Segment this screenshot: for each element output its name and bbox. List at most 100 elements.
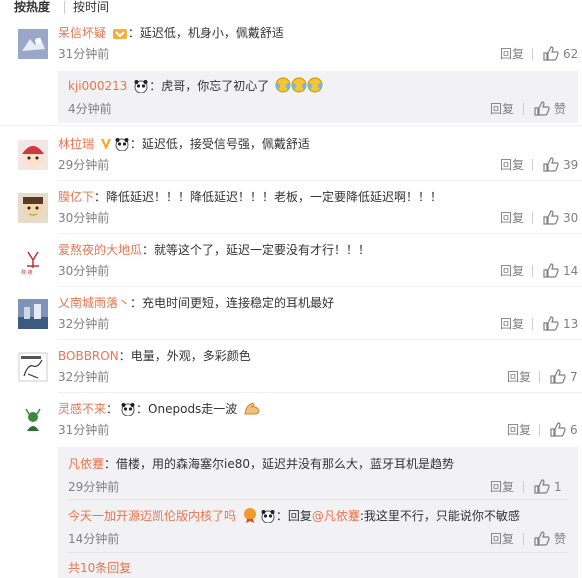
comment-actions: 回复 6 xyxy=(505,421,582,439)
action-divider xyxy=(523,533,524,545)
mention-link[interactable]: @凡依蹇 xyxy=(312,509,360,523)
svg-text:熬 夜: 熬 夜 xyxy=(21,269,33,276)
tab-sort-by-time[interactable]: 按时间 xyxy=(73,0,109,15)
reply-time: 29分钟前 xyxy=(68,480,120,494)
reply-text: :我这里不行，只能说你不敏感 xyxy=(359,509,520,523)
strong-arm-emoji-icon xyxy=(243,400,261,421)
reply-text: 借楼，用的森海塞尔ie80，延迟并没有那么大，蓝牙耳机是趋势 xyxy=(116,457,455,471)
like-count[interactable]: 6 xyxy=(570,421,578,439)
avatar[interactable]: 熬 夜 xyxy=(18,246,48,276)
comment-actions: 回复 14 xyxy=(497,262,582,280)
tab-divider xyxy=(64,1,65,14)
avatar[interactable] xyxy=(18,352,48,382)
avatar[interactable] xyxy=(18,405,48,435)
tab-sort-by-hot[interactable]: 按热度 xyxy=(14,0,50,15)
like-count[interactable]: 39 xyxy=(563,156,578,174)
reply-line: kji000213 ：虎哥，你忘了初心了 xyxy=(68,77,323,95)
like-count[interactable]: 1 xyxy=(554,478,562,496)
avatar[interactable] xyxy=(18,299,48,329)
comment-text: 延迟低，机身小，佩戴舒适 xyxy=(139,26,284,40)
like-thumb-icon[interactable] xyxy=(534,101,550,121)
reply-button[interactable]: 回复 xyxy=(490,530,514,548)
reply-button[interactable]: 回复 xyxy=(500,45,524,63)
avatar[interactable] xyxy=(18,193,48,223)
like-label[interactable]: 赞 xyxy=(554,530,566,548)
colon: ： xyxy=(130,296,143,310)
comment-line: 林拉瑞 ：延迟低，接受信号强，佩戴舒适 xyxy=(58,135,310,153)
award-badge-icon xyxy=(242,507,258,528)
comment-username[interactable]: 膜亿下 xyxy=(58,190,94,204)
reply-time: 14分钟前 xyxy=(68,532,120,546)
comment-username[interactable]: 呆信坏疑 xyxy=(58,26,106,40)
avatar[interactable] xyxy=(18,29,48,59)
laugh-cry-emoji-icon xyxy=(275,77,323,98)
reply-button[interactable]: 回复 xyxy=(490,478,514,496)
like-thumb-icon[interactable] xyxy=(534,531,550,551)
divider xyxy=(58,286,582,287)
like-count[interactable]: 62 xyxy=(563,45,578,63)
comment-text: 就等这个了，延迟一定要没有才行！！！ xyxy=(154,243,371,257)
colon: ： xyxy=(275,509,288,523)
reply-username[interactable]: 今天一加开源迈凯伦版内核了吗 xyxy=(68,509,236,523)
reply-button[interactable]: 回复 xyxy=(500,262,524,280)
like-thumb-icon[interactable] xyxy=(543,157,559,177)
comment-text: 电量，外观，多彩颜色 xyxy=(130,349,251,363)
comment-actions: 回复 62 xyxy=(497,45,582,63)
comment-username[interactable]: 乂南城雨落丶 xyxy=(58,296,130,310)
like-thumb-icon[interactable] xyxy=(550,369,566,389)
action-divider xyxy=(532,318,533,330)
colon: ： xyxy=(127,26,140,40)
action-divider xyxy=(532,48,533,60)
divider xyxy=(58,392,582,393)
colon: ： xyxy=(142,243,155,257)
comment-username[interactable]: BOBBRON xyxy=(58,349,119,363)
reply-line: 今天一加开源迈凯伦版内核了吗 ：回复@凡依蹇:我这里不行，只能说你不敏感 xyxy=(68,507,520,525)
divider xyxy=(58,233,582,234)
avatar[interactable] xyxy=(18,140,48,170)
reply-button[interactable]: 回复 xyxy=(507,368,531,386)
sort-tabs: 按热度 按时间 xyxy=(0,0,582,20)
comment-line: BOBBRON：电量，外观，多彩颜色 xyxy=(58,347,251,365)
reply-button[interactable]: 回复 xyxy=(500,315,524,333)
comment-username[interactable]: 灵感不来 xyxy=(58,402,106,416)
divider xyxy=(68,552,568,553)
reply-box: 凡依蹇：借楼，用的森海塞尔ie80，延迟并没有那么大，蓝牙耳机是趋势 29分钟前… xyxy=(58,447,578,578)
like-thumb-icon[interactable] xyxy=(543,263,559,283)
like-thumb-icon[interactable] xyxy=(543,210,559,230)
reply-line: 凡依蹇：借楼，用的森海塞尔ie80，延迟并没有那么大，蓝牙耳机是趋势 xyxy=(68,455,454,473)
reply-button[interactable]: 回复 xyxy=(507,421,531,439)
comment-text: Onepods走一波 xyxy=(148,402,238,416)
comment-text: 延迟低，接受信号强，佩戴舒适 xyxy=(141,137,310,151)
like-count[interactable]: 30 xyxy=(563,209,578,227)
like-count[interactable]: 14 xyxy=(563,262,578,280)
reply-username[interactable]: 凡依蹇 xyxy=(68,457,104,471)
reply-button[interactable]: 回复 xyxy=(500,209,524,227)
comment-item: 灵感不来： ：Onepods走一波 31分钟前 回复 6 凡依蹇：借楼，用的森海塞… xyxy=(0,400,582,578)
comment-actions: 回复 7 xyxy=(505,368,582,386)
comment-actions: 回复 30 xyxy=(497,209,582,227)
reply-username[interactable]: kji000213 xyxy=(68,79,127,93)
divider xyxy=(0,125,582,126)
like-count[interactable]: 7 xyxy=(570,368,578,386)
action-divider xyxy=(532,159,533,171)
reply-text: 虎哥，你忘了初心了 xyxy=(161,79,270,93)
verified-v-icon xyxy=(100,137,112,156)
comment-username[interactable]: 爱熬夜的大地瓜 xyxy=(58,243,142,257)
comment-username[interactable]: 林拉瑞 xyxy=(58,137,94,151)
reply-actions: 回复 1 xyxy=(490,478,578,496)
action-divider xyxy=(539,371,540,383)
like-thumb-icon[interactable] xyxy=(550,422,566,442)
reply-button[interactable]: 回复 xyxy=(500,156,524,174)
divider xyxy=(58,339,582,340)
like-count[interactable]: 13 xyxy=(563,315,578,333)
view-more-replies-link[interactable]: 共10条回复 xyxy=(68,560,131,576)
colon: ： xyxy=(106,402,119,416)
like-label[interactable]: 赞 xyxy=(554,100,566,118)
panda-emoji-icon xyxy=(260,509,276,528)
like-thumb-icon[interactable] xyxy=(543,316,559,336)
reply-button[interactable]: 回复 xyxy=(490,100,514,118)
like-thumb-icon[interactable] xyxy=(534,479,550,499)
comment-line: 乂南城雨落丶：充电时间更短，连接稳定的耳机最好 xyxy=(58,294,334,312)
like-thumb-icon[interactable] xyxy=(543,46,559,66)
reply-actions: 回复 赞 xyxy=(490,100,578,118)
